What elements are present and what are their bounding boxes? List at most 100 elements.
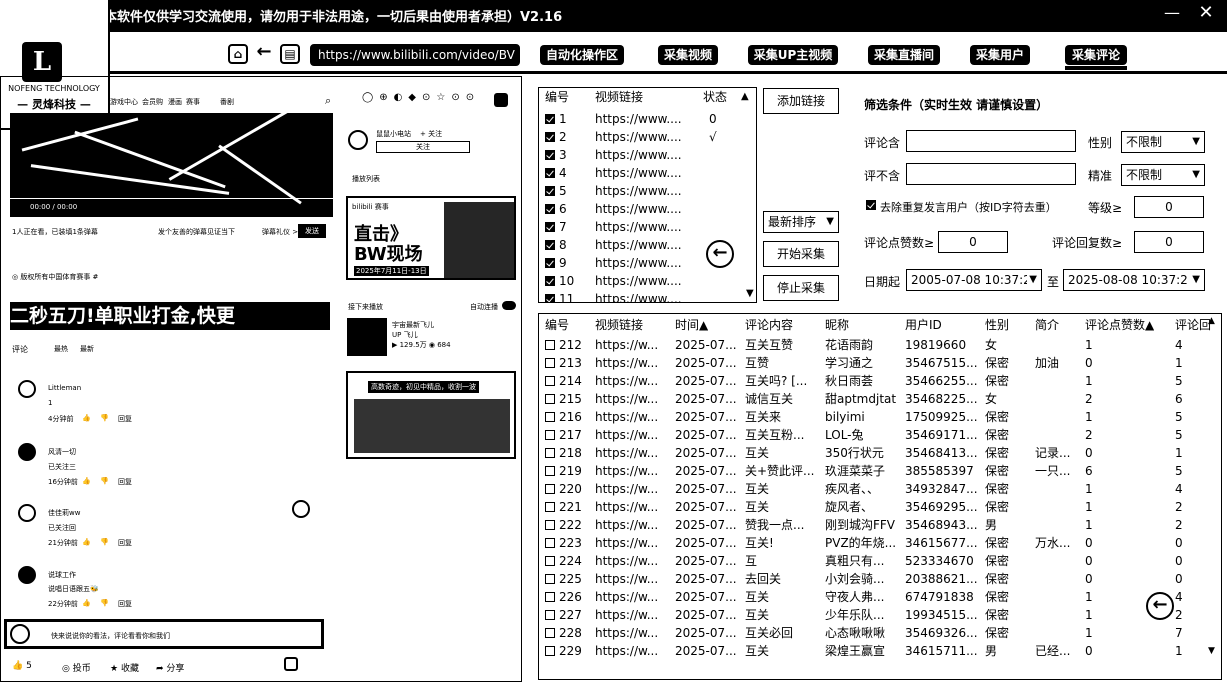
sort-new[interactable]: 最新 <box>80 344 94 354</box>
replies-input[interactable]: 0 <box>1134 231 1204 253</box>
row-checkbox[interactable] <box>545 448 555 458</box>
like-icon[interactable]: 👍 <box>82 599 91 607</box>
home-icon[interactable]: ⌂ <box>228 44 248 64</box>
table-row[interactable]: 215 https://w... 2025-07... 诚信互关 甜aptmdjtat 3… <box>539 390 1219 408</box>
row-checkbox[interactable] <box>545 466 555 476</box>
col-header[interactable]: 状态 <box>703 88 727 106</box>
col-header[interactable]: 视频链接 <box>595 88 643 106</box>
table-row[interactable]: 220 https://w... 2025-07... 互关 疾风者、、 34932847… <box>539 480 1219 498</box>
date-to-picker[interactable]: 2025-08-08 10:37:2 ▼ <box>1063 269 1205 291</box>
nav-collect-user[interactable]: 采集用户 <box>970 45 1030 65</box>
scroll-up-icon[interactable]: ▲ <box>741 88 749 106</box>
share-button[interactable]: ➦ 分享 <box>156 661 184 674</box>
likes-input[interactable]: 0 <box>938 231 1008 253</box>
stop-collect-button[interactable]: 停止采集 <box>763 275 839 301</box>
col-header[interactable]: 评论回 <box>1175 316 1211 334</box>
ad-banner-2[interactable]: 高数奇迹，初见中精品，收割一波 <box>346 371 516 459</box>
start-collect-button[interactable]: 开始采集 <box>763 241 839 267</box>
top-nav-0[interactable]: 游戏中心 <box>110 97 138 107</box>
row-checkbox[interactable] <box>545 358 555 368</box>
video-player[interactable]: 00:00 / 00:00 <box>10 113 333 217</box>
table-row[interactable]: 219 https://w... 2025-07... 关+赞此评... 玖涯菜菜子 38… <box>539 462 1219 480</box>
tv-icon[interactable] <box>284 657 298 671</box>
reply-button[interactable]: 回复 <box>118 477 132 487</box>
danmaku-hint[interactable]: 发个友善的弹幕见证当下 <box>158 227 235 237</box>
search-icon[interactable]: ⌕ <box>325 94 331 108</box>
row-checkbox[interactable] <box>545 430 555 440</box>
table-row[interactable]: 213 https://w... 2025-07... 互赞 学习通之 35467515.… <box>539 354 1219 372</box>
table-row[interactable]: 3 https://www.... <box>539 146 756 164</box>
table-row[interactable]: 228 https://w... 2025-07... 互关必回 心态啾啾啾 354693… <box>539 624 1219 642</box>
table-row[interactable]: 7 https://www.... <box>539 218 756 236</box>
follow-sub[interactable]: + 关注 <box>420 129 442 139</box>
comment-user[interactable]: Littleman <box>48 384 81 392</box>
col-header[interactable]: 视频链接 <box>595 316 643 334</box>
table-row[interactable]: 10 https://www.... <box>539 272 756 290</box>
page-icon[interactable]: ▤ <box>280 44 300 64</box>
vip-select[interactable]: 不限制 ▼ <box>1121 164 1205 186</box>
row-checkbox[interactable] <box>545 132 555 142</box>
sort-select[interactable]: 最新排序 ▼ <box>763 211 839 233</box>
scroll-up-icon[interactable]: ▲ <box>1208 316 1215 326</box>
row-checkbox[interactable] <box>545 150 555 160</box>
reply-button[interactable]: 回复 <box>118 538 132 548</box>
back-arrow-icon[interactable]: ← <box>706 240 734 268</box>
col-header[interactable]: 时间▲ <box>675 316 708 334</box>
row-checkbox[interactable] <box>545 556 555 566</box>
table-row[interactable]: 221 https://w... 2025-07... 互关 旋风者、 35469295.… <box>539 498 1219 516</box>
row-checkbox[interactable] <box>545 186 555 196</box>
row-checkbox[interactable] <box>545 412 555 422</box>
row-checkbox[interactable] <box>545 276 555 286</box>
col-header[interactable]: 评论点赞数▲ <box>1085 316 1154 334</box>
dislike-icon[interactable]: 👎 <box>100 477 109 485</box>
ad-banner-bw[interactable]: bilibili 赛事 直击》 BW现场 2025年7月11日-13日 <box>346 196 516 280</box>
row-checkbox[interactable] <box>545 240 555 250</box>
dedupe-checkbox[interactable] <box>866 200 876 210</box>
danmaku-send-button[interactable]: 发送 <box>298 224 326 238</box>
table-row[interactable]: 1 https://www.... 0 <box>539 110 756 128</box>
table-row[interactable]: 216 https://w... 2025-07... 互关来 bilyimi 17509… <box>539 408 1219 426</box>
row-checkbox[interactable] <box>545 502 555 512</box>
col-header[interactable]: 评论内容 <box>745 316 793 334</box>
sort-hot[interactable]: 最热 <box>54 344 68 354</box>
autoplay-toggle[interactable] <box>502 301 516 310</box>
favorite-button[interactable]: ★ 收藏 <box>110 661 139 674</box>
col-header[interactable]: 编号 <box>545 88 569 106</box>
table-row[interactable]: 212 https://w... 2025-07... 互关互赞 花语雨韵 1981966… <box>539 336 1219 354</box>
like-icon[interactable]: 👍 <box>82 477 91 485</box>
include-input[interactable] <box>906 130 1076 152</box>
like-icon[interactable]: 👍 <box>82 538 91 546</box>
top-nav-1[interactable]: 会员购 <box>142 97 163 107</box>
row-checkbox[interactable] <box>545 168 555 178</box>
row-checkbox[interactable] <box>545 258 555 268</box>
nav-automation[interactable]: 自动化操作区 <box>540 45 624 65</box>
comment-user[interactable]: 风清一切 <box>48 447 76 457</box>
row-checkbox[interactable] <box>545 294 555 302</box>
comment-input[interactable]: 快来说说你的看法，评论看看你和我们 <box>4 619 324 649</box>
top-nav-extra[interactable]: 番剧 <box>220 97 234 107</box>
table-row[interactable]: 218 https://w... 2025-07... 互关 350行状元 3546841… <box>539 444 1219 462</box>
table-row[interactable]: 229 https://w... 2025-07... 互关 梁煌王赢宣 34615711… <box>539 642 1219 660</box>
top-nav-2[interactable]: 漫画 <box>168 97 182 107</box>
like-video-button[interactable]: 👍 5 <box>12 661 32 671</box>
table-row[interactable]: 11 https://www.... <box>539 290 756 302</box>
row-checkbox[interactable] <box>545 376 555 386</box>
up-avatar[interactable] <box>348 130 368 150</box>
level-input[interactable]: 0 <box>1134 196 1204 218</box>
avatar[interactable] <box>18 504 36 522</box>
row-checkbox[interactable] <box>545 484 555 494</box>
like-icon[interactable]: 👍 <box>82 414 91 422</box>
row-checkbox[interactable] <box>545 222 555 232</box>
row-checkbox[interactable] <box>545 394 555 404</box>
back-arrow-icon[interactable]: ← <box>254 43 274 64</box>
table-row[interactable]: 226 https://w... 2025-07... 互关 守夜人弗... 674791… <box>539 588 1219 606</box>
avatar[interactable] <box>18 566 36 584</box>
row-checkbox[interactable] <box>545 520 555 530</box>
rec-thumbnail[interactable] <box>347 318 387 356</box>
row-checkbox[interactable] <box>545 610 555 620</box>
table-row[interactable]: 4 https://www.... <box>539 164 756 182</box>
col-header[interactable]: 编号 <box>545 316 569 334</box>
minimize-icon[interactable]: — <box>1163 3 1181 23</box>
col-header[interactable]: 性别 <box>985 316 1009 334</box>
add-link-button[interactable]: 添加链接 <box>763 88 839 114</box>
